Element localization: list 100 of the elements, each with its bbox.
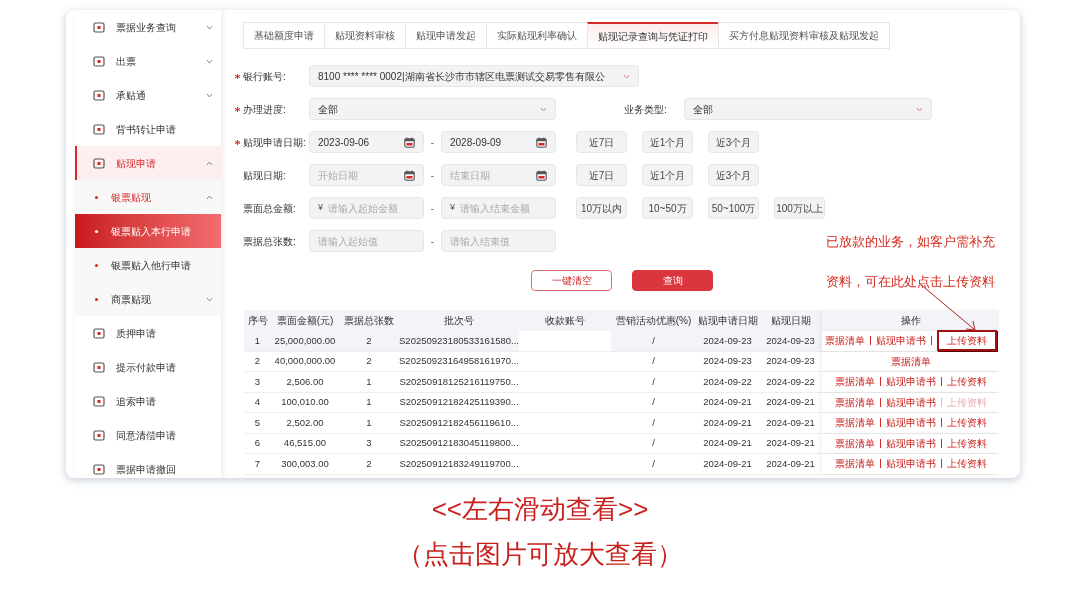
action-link[interactable]: 贴现申请书 <box>875 333 926 349</box>
search-button[interactable]: 查询 <box>632 270 713 291</box>
sidebar-item[interactable]: 贴现申请 <box>75 146 221 180</box>
sidebar-item[interactable]: 银票贴入他行申请 <box>75 248 221 282</box>
sidebar-item[interactable]: 背书转让申请 <box>75 112 221 146</box>
date-field[interactable]: 2023-09-06 <box>309 131 424 153</box>
action-link[interactable]: 贴现申请书 <box>885 435 936 451</box>
sidebar-item[interactable]: 同意清偿申请 <box>75 418 221 452</box>
action-link[interactable]: 票据清单 <box>824 333 865 349</box>
column-header: 批次号 <box>443 314 475 328</box>
date-field[interactable]: 2028-09-09 <box>441 131 556 153</box>
select-field[interactable]: 全部 <box>684 98 932 120</box>
action-link[interactable]: 上传资料 <box>946 435 987 451</box>
tab[interactable]: 贴现记录查询与凭证打印 <box>587 22 719 49</box>
annotation-text: 已放款的业务，如客户需补充资料，可在此处点击上传资料 <box>826 233 996 291</box>
action-link[interactable]: 上传资料 <box>946 456 987 472</box>
tab[interactable]: 基础额度申请 <box>243 22 325 49</box>
select-field[interactable]: 全部 <box>309 98 556 120</box>
tab[interactable]: 贴现申请发起 <box>405 22 487 49</box>
table-cell-text: 4 <box>253 395 262 410</box>
sidebar-item[interactable]: 票据业务查询 <box>75 10 221 44</box>
table-cell-text: 2 <box>365 354 373 369</box>
action-link[interactable]: 上传资料 <box>936 330 997 352</box>
table-cell-text: 1 <box>365 395 373 410</box>
table-cell-text: 2024-09-21 <box>702 395 753 410</box>
table-cell-text: 2024-09-22 <box>702 374 753 389</box>
table-cell-text: 2024-09-23 <box>765 354 816 369</box>
sidebar-item[interactable]: 质押申请 <box>75 316 221 350</box>
action-link[interactable]: 票据清单 <box>834 435 875 451</box>
field-label: 贴现日期: <box>243 168 286 183</box>
field-label: 业务类型: <box>624 102 668 117</box>
sidebar-item[interactable]: 出票 <box>75 44 221 78</box>
caption-text: <<左右滑动查看>> <box>431 493 649 526</box>
input-field[interactable]: ¥ 请输入结束金额 <box>441 197 556 219</box>
table-cell-text: 7 <box>253 456 262 471</box>
range-separator: - <box>429 234 436 249</box>
action-link[interactable]: 上传资料 <box>946 374 987 390</box>
quick-range-button[interactable]: 近7日 <box>576 164 627 186</box>
quick-range-button[interactable]: 近7日 <box>576 131 627 153</box>
quick-range-button[interactable]: 近1个月 <box>642 131 693 153</box>
quick-range-button[interactable]: 50~100万 <box>708 197 759 219</box>
field-label: 银行账号: <box>243 69 286 84</box>
table-cell-text: 3 <box>253 374 262 389</box>
action-link[interactable]: 票据清单 <box>890 353 931 369</box>
table-cell: 2 <box>339 331 399 351</box>
quick-range-button[interactable]: 100万以上 <box>774 197 825 219</box>
range-separator: - <box>429 135 436 150</box>
table-cell-text: 2024-09-21 <box>765 456 816 471</box>
square-icon <box>93 327 105 339</box>
square-icon <box>93 429 105 441</box>
calendar-icon <box>404 169 415 181</box>
sidebar-item[interactable]: 票据申请撤回 <box>75 452 221 478</box>
chevron-down-icon <box>206 58 213 64</box>
chevron-down-icon <box>206 24 213 30</box>
sidebar-item[interactable]: 追索申请 <box>75 384 221 418</box>
action-link[interactable]: 上传资料 <box>946 415 987 431</box>
input-field[interactable]: ¥ 请输入起始金额 <box>309 197 424 219</box>
action-link[interactable]: 票据清单 <box>834 456 875 472</box>
table-cell-text: 2024-09-23 <box>702 354 753 369</box>
tab[interactable]: 贴现资料审核 <box>324 22 406 49</box>
table-cell: 2024-09-23 <box>759 331 822 351</box>
action-link[interactable]: 票据清单 <box>834 374 875 390</box>
sidebar-item[interactable]: 提示付款申请 <box>75 350 221 384</box>
quick-range-button[interactable]: 10~50万 <box>642 197 693 219</box>
action-link[interactable]: 贴现申请书 <box>885 415 936 431</box>
square-icon <box>93 395 105 407</box>
tab[interactable]: 实际贴现利率确认 <box>486 22 588 49</box>
table-cell: 1 <box>244 331 271 351</box>
table-cell-text: 2 <box>253 354 262 369</box>
sidebar-item[interactable]: 银票贴现 <box>75 180 221 214</box>
table-cell-text: / <box>651 456 656 471</box>
column-header: 序号 <box>246 314 269 328</box>
calendar-icon <box>404 136 415 148</box>
quick-range-button[interactable]: 近3个月 <box>708 164 759 186</box>
select-field[interactable]: 8100 **** **** 0002|湖南省长沙市市辖区电票测试交易零售有限公 <box>309 65 639 87</box>
quick-range-button[interactable]: 近1个月 <box>642 164 693 186</box>
table-cell-text: 1 <box>365 374 373 389</box>
column-header: 贴现申请日期 <box>696 314 759 328</box>
action-link[interactable]: 贴现申请书 <box>885 374 936 390</box>
action-link[interactable]: 票据清单 <box>834 415 875 431</box>
chevron-up-icon <box>206 194 213 200</box>
action-link[interactable]: 票据清单 <box>834 394 875 410</box>
field-label: 票据总张数: <box>243 234 296 249</box>
table-cell-text: 1 <box>365 415 373 430</box>
table-cell-text: 2024-09-21 <box>765 436 816 451</box>
sidebar-item[interactable]: 承贴通 <box>75 78 221 112</box>
action-link[interactable]: 贴现申请书 <box>885 394 936 410</box>
quick-range-button[interactable]: 近3个月 <box>708 131 759 153</box>
tab[interactable]: 买方付息贴现资料审核及贴现发起 <box>718 22 890 49</box>
table-cell-text: 2,502.00 <box>285 415 325 430</box>
table-cell-text: 2024-09-22 <box>765 374 816 389</box>
action-link[interactable]: 贴现申请书 <box>885 456 936 472</box>
table-cell-text: / <box>651 415 656 430</box>
table-cell-text: 6 <box>253 436 262 451</box>
sidebar-item[interactable]: 商票贴现 <box>75 282 221 316</box>
sidebar-item[interactable]: 银票贴入本行申请 <box>75 214 221 248</box>
table-cell-text: 2024-09-21 <box>765 395 816 410</box>
table-cell-text: 46,515.00 <box>282 436 328 451</box>
quick-range-button[interactable]: 10万以内 <box>576 197 627 219</box>
clear-button[interactable]: 一键清空 <box>531 270 612 291</box>
